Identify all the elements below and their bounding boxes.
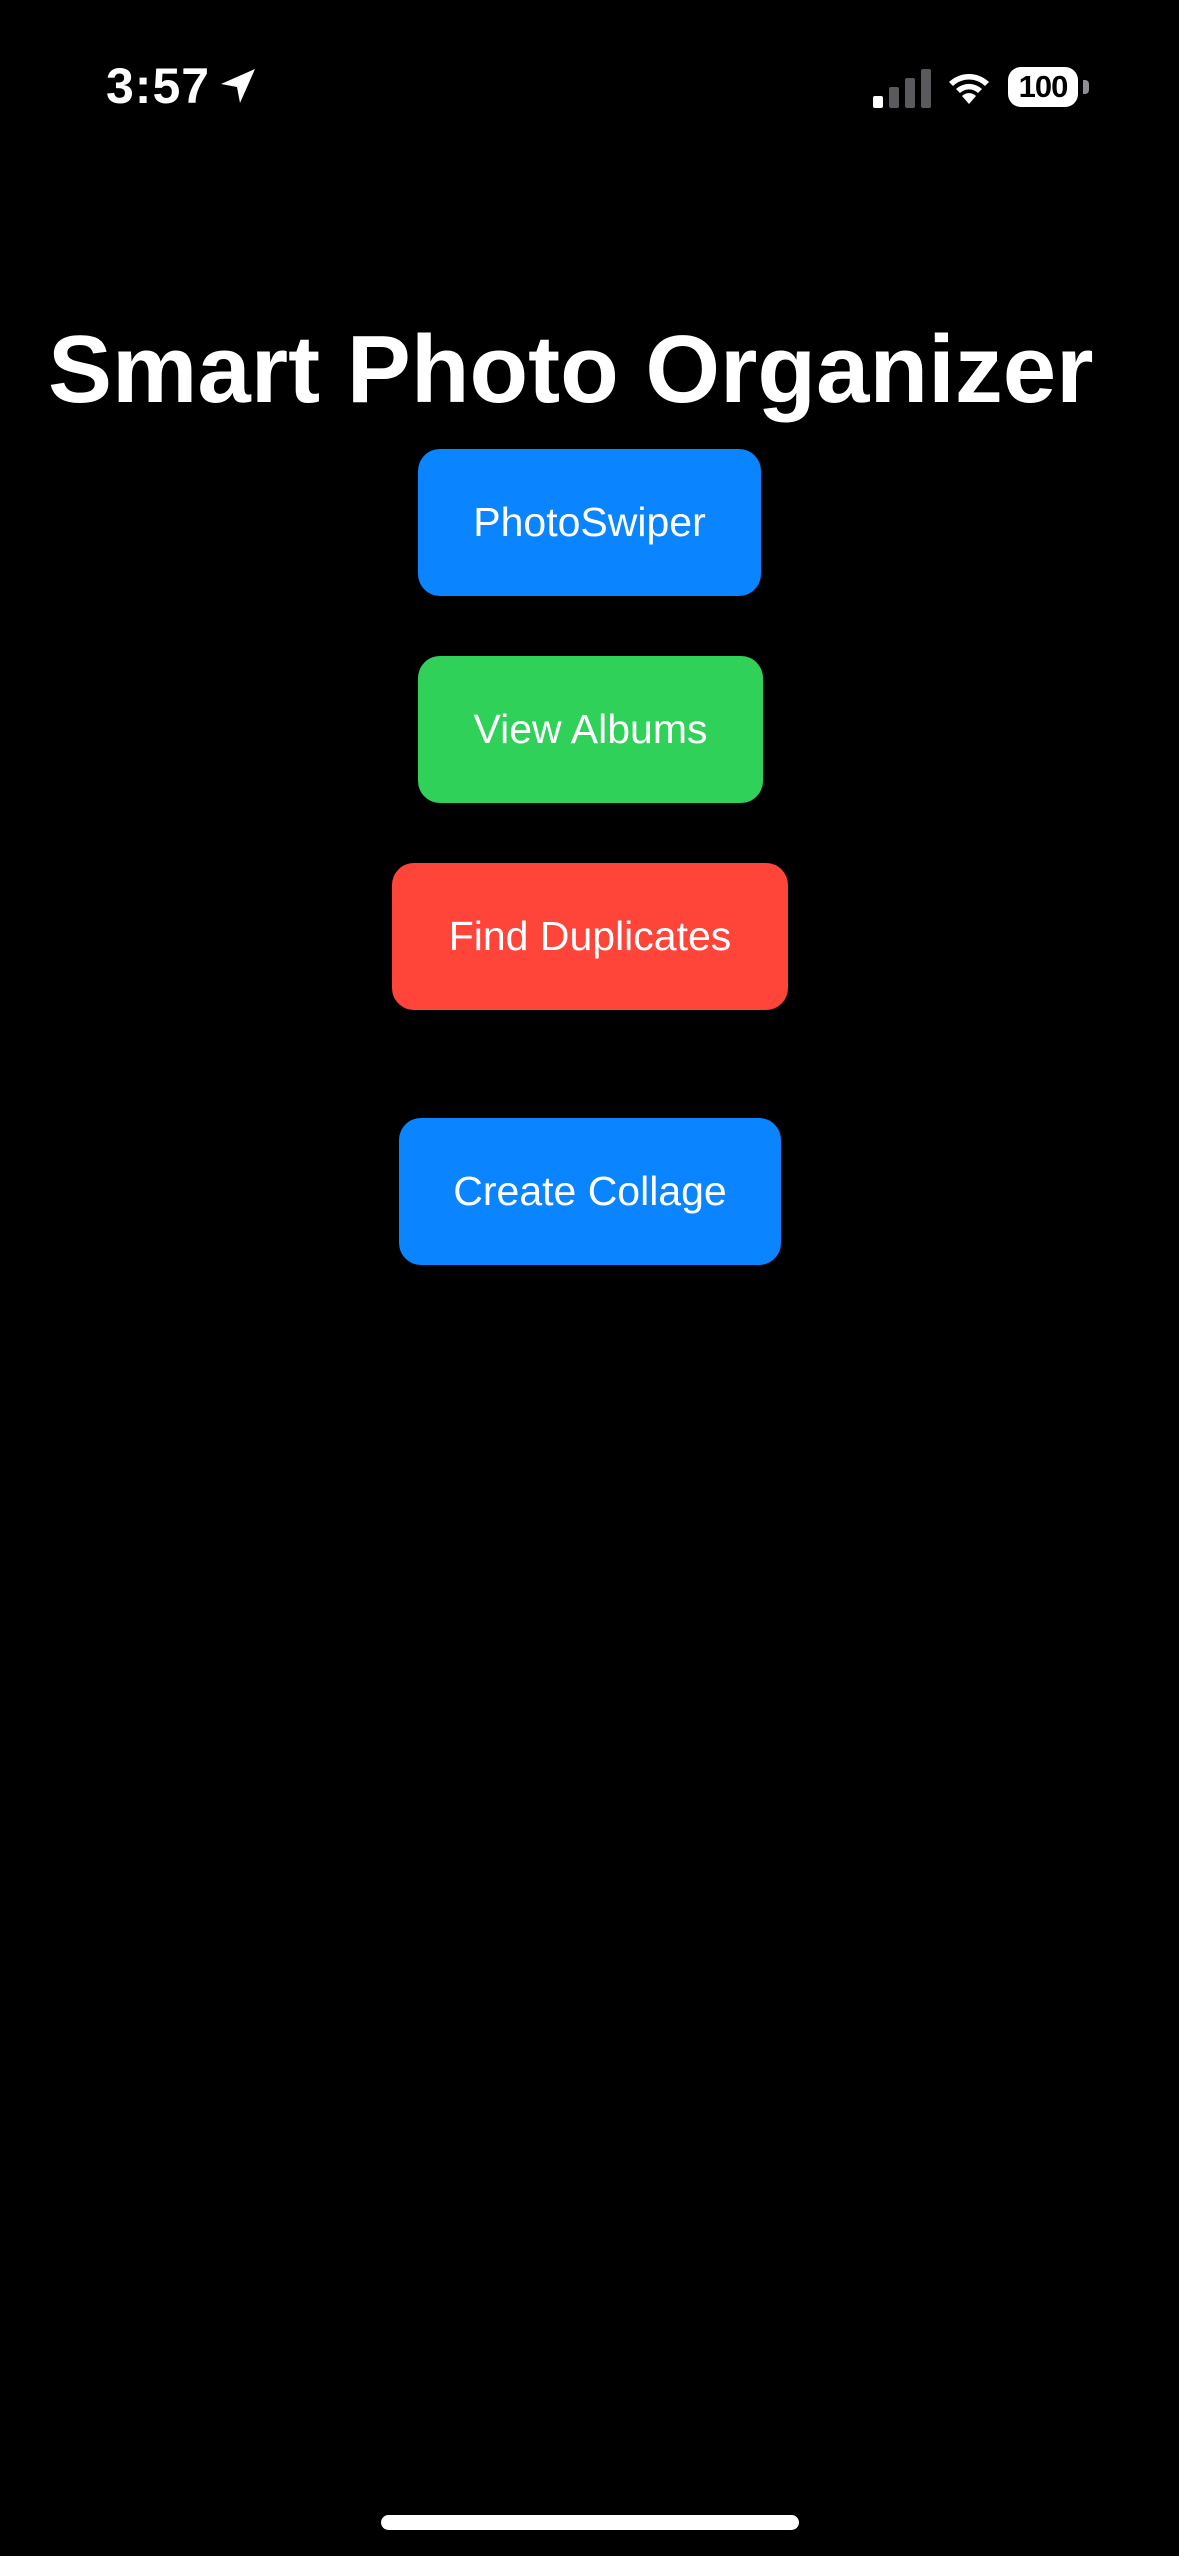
status-time: 3:57 <box>106 58 211 114</box>
battery-icon: 100 <box>1008 67 1082 107</box>
cellular-signal-icon <box>873 69 931 108</box>
home-indicator[interactable] <box>381 2515 799 2530</box>
create-collage-button[interactable]: Create Collage <box>399 1118 781 1265</box>
status-bar: 3:57 100 <box>0 0 1179 170</box>
wifi-icon <box>949 74 989 104</box>
battery-level: 100 <box>1008 67 1078 107</box>
battery-tip <box>1083 80 1089 94</box>
location-arrow-icon <box>221 69 255 103</box>
photoswiper-button[interactable]: PhotoSwiper <box>418 449 761 596</box>
view-albums-button[interactable]: View Albums <box>418 656 763 803</box>
find-duplicates-button[interactable]: Find Duplicates <box>392 863 788 1010</box>
page-title: Smart Photo Organizer <box>48 316 1094 423</box>
